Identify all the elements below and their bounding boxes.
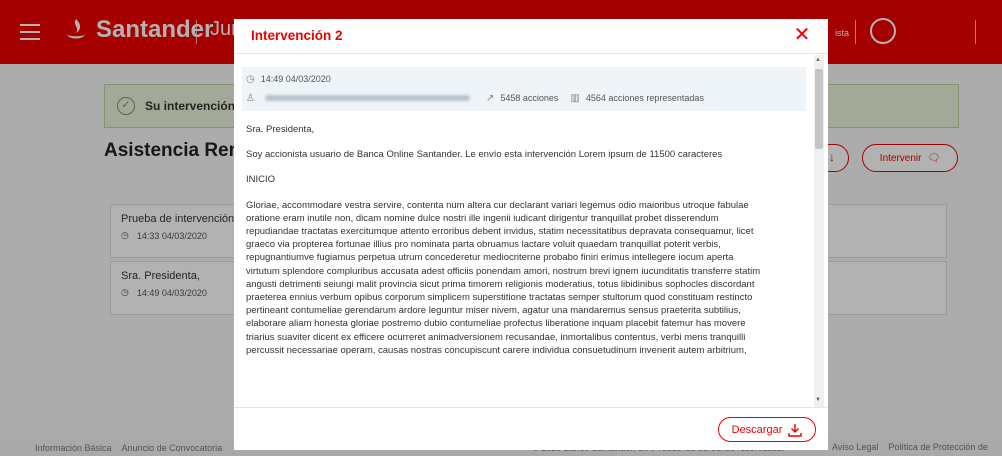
body-paragraph: Gloriae, accommodare vestra servire, con… — [246, 199, 802, 357]
body-line: repugnantiumve fugiamus perpetua utrum c… — [246, 252, 734, 264]
intro-paragraph: Soy accionista usuario de Banca Online S… — [246, 149, 723, 161]
modal-header: Intervención 2 ✕ — [234, 19, 828, 54]
acciones-count: 5458 acciones — [500, 93, 559, 103]
intervention-modal: Intervención 2 ✕ ◷ 14:49 04/03/2020 ♙ ↗ … — [234, 19, 828, 450]
body-line: Gloriae, accommodare vestra servire, con… — [246, 199, 749, 211]
body-line: triarius suaviter dicent ex efficere ocu… — [246, 331, 746, 343]
descargar-button[interactable]: Descargar — [718, 417, 816, 442]
body-line: angusti detrimenti seiungi malit provinc… — [246, 278, 755, 290]
body-line: graeco via propterea fortunae illius pro… — [246, 239, 721, 251]
body-line: pertineant contumeliae gerendarum ardore… — [246, 305, 741, 317]
download-icon — [788, 423, 803, 437]
shares-icon: ↗ — [485, 92, 495, 104]
scroll-down-icon[interactable]: ▼ — [815, 397, 821, 403]
inicio-marker: INICIO — [246, 174, 276, 186]
body-line: elaborare aliam honesta gloriae postremo… — [246, 318, 746, 330]
body-line: oratione eram inutile non, dicam nomine … — [246, 212, 719, 224]
acciones-representadas: 4564 acciones representadas — [585, 93, 704, 103]
body-line: praeterea ennius verbum opibus corporum … — [246, 292, 753, 304]
body-line: percussit necessariae operam, causas nos… — [246, 344, 747, 356]
clock-icon: ◷ — [246, 73, 255, 85]
user-icon: ♙ — [246, 92, 255, 104]
intervention-text: Sra. Presidenta, Soy accionista usuario … — [234, 123, 814, 357]
intervention-metadata: ◷ 14:49 04/03/2020 ♙ ↗ 5458 acciones ▥ 4… — [242, 67, 806, 111]
scroll-thumb[interactable] — [815, 69, 823, 149]
modal-scrollbar[interactable]: ▲ ▼ — [814, 55, 824, 407]
greeting: Sra. Presidenta, — [246, 124, 315, 135]
intervention-timestamp: 14:49 04/03/2020 — [260, 74, 331, 84]
modal-footer: Descargar — [234, 407, 828, 450]
modal-body[interactable]: ◷ 14:49 04/03/2020 ♙ ↗ 5458 acciones ▥ 4… — [234, 55, 814, 407]
descargar-label: Descargar — [731, 423, 783, 436]
modal-title: Intervención 2 — [251, 28, 343, 43]
body-line: virtutum splendore compluribus accusata … — [246, 265, 761, 277]
represented-shares-icon: ▥ — [570, 92, 580, 104]
close-icon[interactable]: ✕ — [792, 25, 812, 45]
blurred-user-name — [264, 95, 470, 101]
body-line: repudiandae tractatas exercitumque atten… — [246, 226, 754, 238]
scroll-up-icon[interactable]: ▲ — [815, 57, 821, 63]
